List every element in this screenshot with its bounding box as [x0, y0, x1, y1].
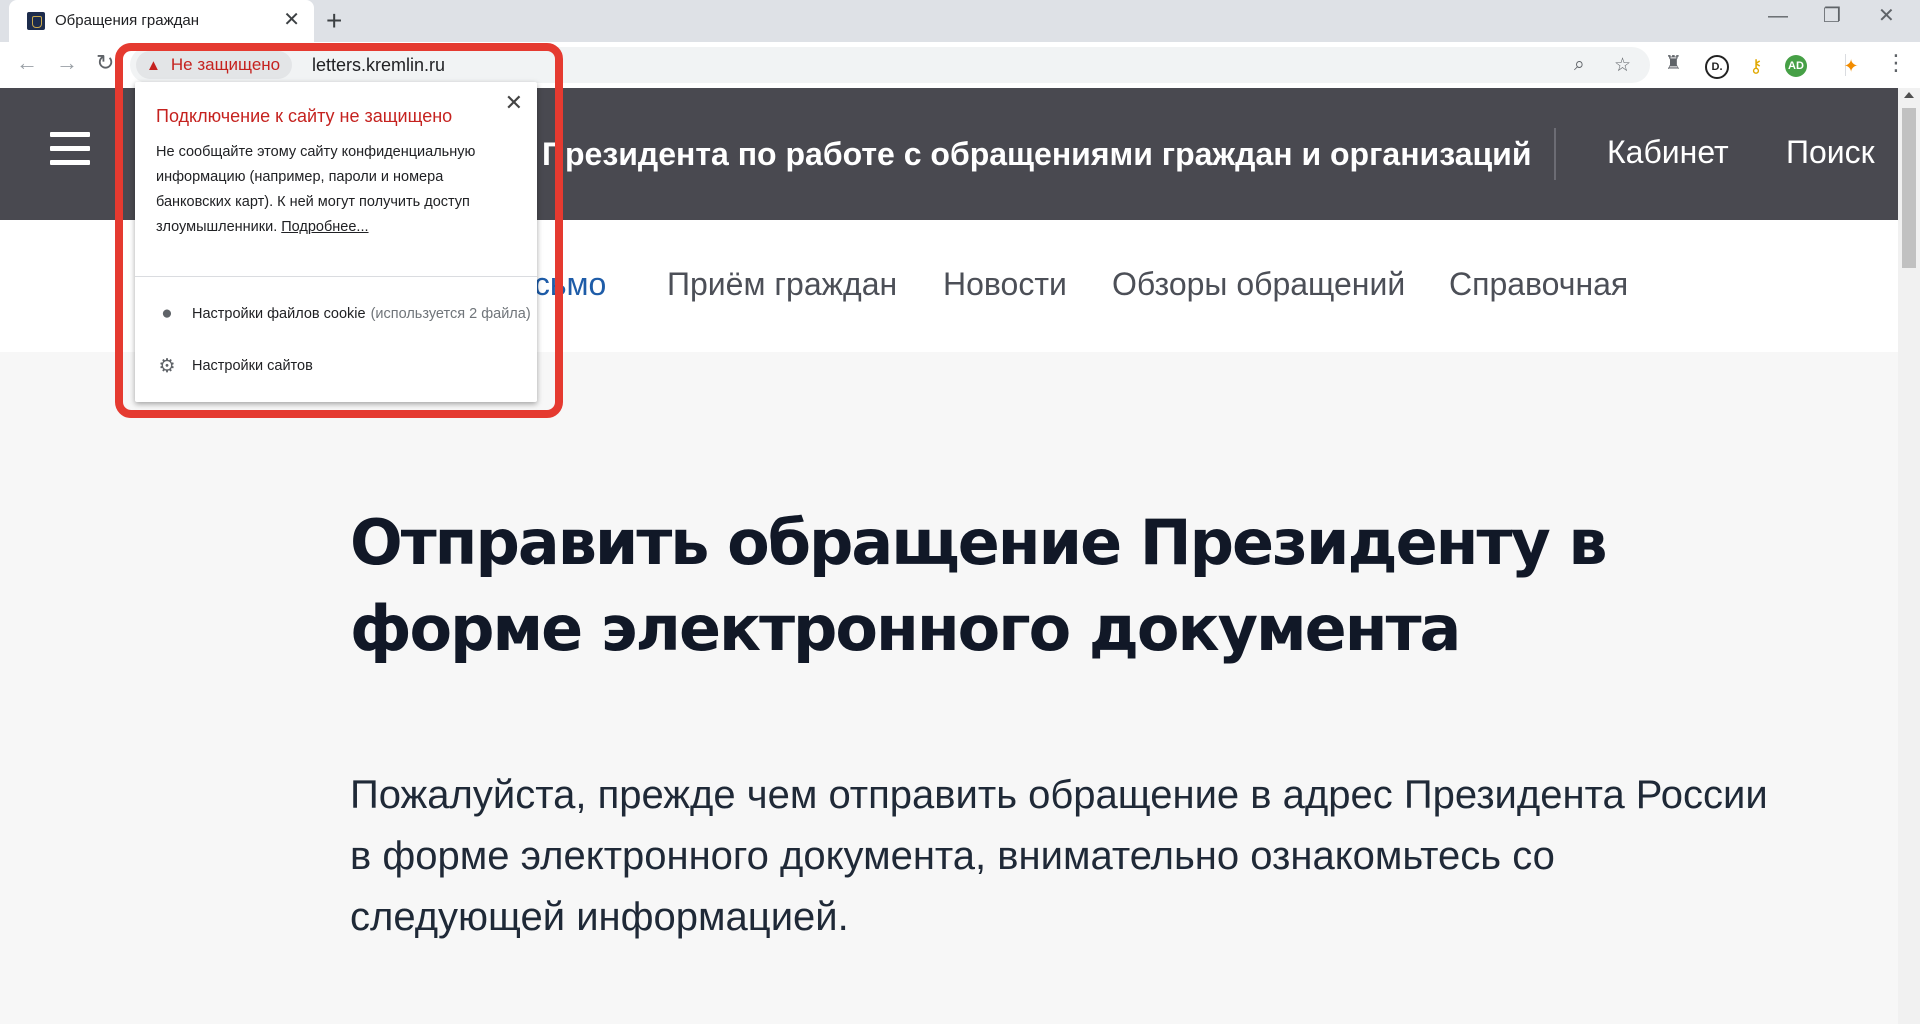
header-divider [1554, 128, 1556, 180]
window-close-icon[interactable]: ✕ [1878, 6, 1895, 26]
intro-text: Пожалуйста, прежде чем отправить обращен… [350, 773, 1768, 939]
zoom-icon[interactable]: ⌕ [1574, 54, 1585, 76]
minimize-icon[interactable]: — [1768, 6, 1788, 26]
tab-title: Обращения граждан [55, 12, 199, 29]
forward-icon[interactable]: → [56, 50, 78, 76]
broadcast-icon[interactable]: ♜ [1665, 52, 1682, 75]
nav-item-reception[interactable]: Приём граждан [667, 266, 897, 303]
cabinet-link[interactable]: Кабинет [1607, 134, 1729, 171]
menu-icon[interactable]: ⋮ [1885, 50, 1907, 76]
nav-item-reviews[interactable]: Обзоры обращений [1112, 266, 1405, 303]
browser-tab[interactable]: Обращения граждан ✕ [9, 0, 314, 42]
key-icon[interactable]: ⚷ [1745, 55, 1767, 77]
scroll-up-arrow-icon[interactable] [1904, 92, 1914, 98]
highlight-annotation-box [115, 43, 563, 418]
page-heading: Отправить обращение Президенту в форме э… [350, 506, 1608, 665]
hamburger-menu-icon[interactable] [50, 132, 90, 174]
site-title: Президента по работе с обращениями гражд… [542, 136, 1532, 172]
back-icon[interactable]: ← [16, 50, 38, 76]
scroll-thumb[interactable] [1902, 108, 1916, 268]
circle-d-icon[interactable]: D. [1705, 55, 1729, 79]
reload-icon[interactable]: ↻ [96, 50, 114, 76]
nav-item-news[interactable]: Новости [943, 266, 1067, 303]
scrollbar[interactable] [1898, 88, 1920, 1024]
nav-item-reference[interactable]: Справочная [1449, 266, 1628, 303]
avast-icon[interactable]: ✦ [1840, 55, 1862, 77]
search-link[interactable]: Поиск [1786, 134, 1875, 171]
new-tab-icon[interactable]: + [326, 6, 342, 36]
restore-icon[interactable]: ❐ [1823, 6, 1841, 26]
tab-close-icon[interactable]: ✕ [283, 9, 300, 31]
kremlin-favicon-icon [27, 12, 45, 30]
tab-strip: Обращения граждан ✕ + — ❐ ✕ [0, 0, 1920, 42]
bookmark-star-icon[interactable]: ☆ [1614, 54, 1631, 77]
adguard-icon[interactable]: AD [1785, 55, 1807, 77]
